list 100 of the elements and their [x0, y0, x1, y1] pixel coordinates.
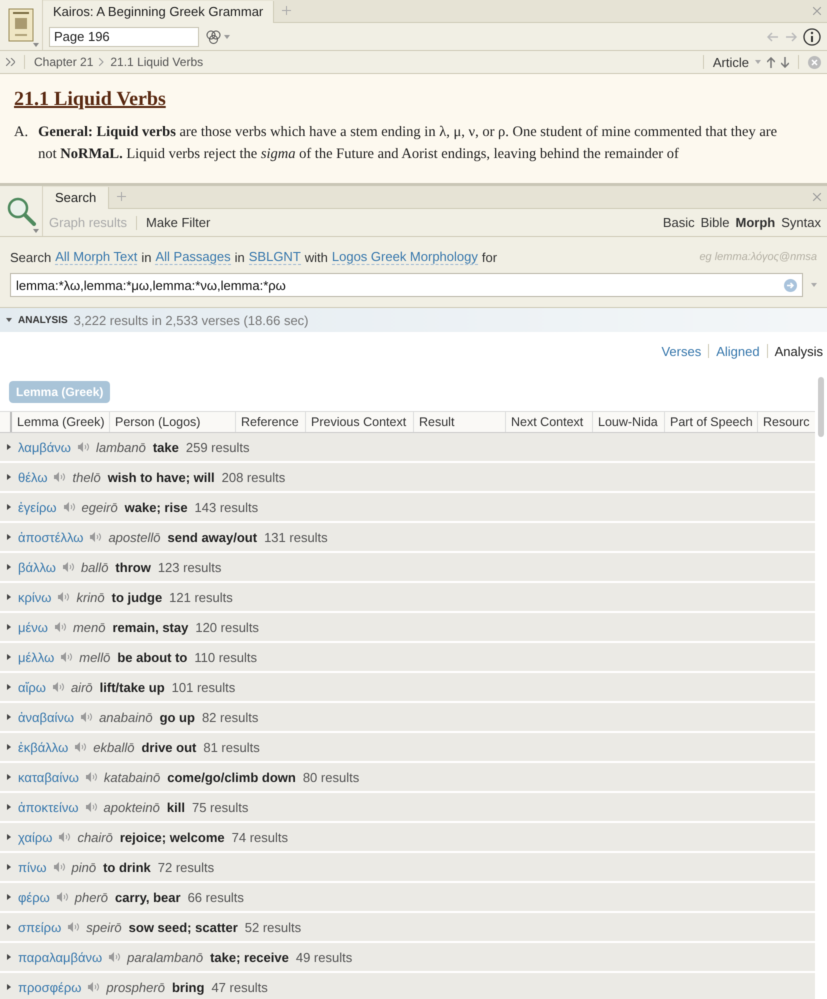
- expand-icon[interactable]: [7, 534, 11, 540]
- caret-icon[interactable]: [33, 229, 39, 233]
- lemma-link[interactable]: ἀποκτείνω: [18, 800, 78, 814]
- expand-icon[interactable]: [7, 744, 11, 750]
- speaker-icon[interactable]: [54, 472, 66, 482]
- lemma-link[interactable]: θέλω: [18, 470, 48, 484]
- collapse-icon[interactable]: [6, 318, 12, 322]
- column-header[interactable]: Louw-Nida: [593, 412, 665, 432]
- close-icon[interactable]: [808, 56, 821, 68]
- column-header[interactable]: Result: [414, 412, 506, 432]
- lemma-link[interactable]: παραλαμβάνω: [18, 950, 102, 964]
- down-arrow-icon[interactable]: [781, 56, 789, 68]
- speaker-icon[interactable]: [78, 442, 89, 452]
- up-arrow-icon[interactable]: [767, 56, 775, 68]
- caret-icon[interactable]: [33, 43, 39, 47]
- mode-tab[interactable]: Basic: [662, 215, 695, 230]
- expand-icon[interactable]: [7, 834, 11, 840]
- search-icon[interactable]: [6, 196, 36, 226]
- search-tab[interactable]: Search: [43, 187, 110, 209]
- lemma-link[interactable]: μέλλω: [18, 650, 54, 664]
- book-cover-icon[interactable]: [8, 8, 34, 42]
- speaker-icon[interactable]: [88, 982, 100, 992]
- lemma-link[interactable]: ἀναβαίνω: [18, 710, 74, 724]
- speaker-icon[interactable]: [62, 562, 74, 572]
- make-filter-button[interactable]: Make Filter: [146, 215, 210, 230]
- back-arrow-icon[interactable]: [767, 32, 779, 42]
- lemma-link[interactable]: πίνω: [18, 860, 47, 874]
- lemma-link[interactable]: καταβαίνω: [18, 770, 79, 784]
- speaker-icon[interactable]: [52, 682, 64, 692]
- lemma-link[interactable]: αἴρω: [18, 680, 46, 694]
- expand-icon[interactable]: [7, 444, 11, 450]
- column-header[interactable]: Previous Context: [306, 412, 414, 432]
- expand-icon[interactable]: [7, 984, 11, 990]
- view-link[interactable]: Verses: [661, 344, 702, 358]
- column-header[interactable]: Reference: [236, 412, 306, 432]
- venn-icon[interactable]: [205, 28, 231, 44]
- expand-icon[interactable]: [7, 684, 11, 690]
- speaker-icon[interactable]: [54, 862, 65, 872]
- info-icon[interactable]: [803, 28, 821, 46]
- add-tab-icon[interactable]: [282, 6, 292, 15]
- speaker-icon[interactable]: [75, 742, 86, 752]
- column-header[interactable]: Person (Logos): [110, 412, 236, 432]
- speaker-icon[interactable]: [54, 622, 66, 632]
- expand-icon[interactable]: [7, 474, 11, 480]
- query-option-link[interactable]: All Morph Text: [55, 249, 138, 265]
- page-field[interactable]: Page 196: [49, 26, 199, 46]
- speaker-icon[interactable]: [68, 922, 80, 932]
- caret-icon[interactable]: [755, 60, 761, 64]
- speaker-icon[interactable]: [86, 772, 97, 782]
- column-header[interactable]: Next Context: [506, 412, 593, 432]
- expand-icon[interactable]: [7, 804, 11, 810]
- column-header[interactable]: Lemma (Greek): [12, 412, 110, 432]
- lemma-link[interactable]: φέρω: [18, 890, 50, 904]
- go-icon[interactable]: [784, 278, 797, 292]
- speaker-icon[interactable]: [64, 502, 75, 512]
- lemma-link[interactable]: βάλλω: [18, 560, 56, 574]
- breadcrumb-item[interactable]: 21.1 Liquid Verbs: [110, 55, 204, 69]
- expand-icon[interactable]: [7, 924, 11, 930]
- speaker-icon[interactable]: [81, 712, 92, 722]
- expand-icon[interactable]: [7, 624, 11, 630]
- close-icon[interactable]: [813, 193, 821, 201]
- query-field[interactable]: lemma:*λω,lemma:*μω,lemma:*νω,lemma:*ρω: [10, 273, 803, 297]
- speaker-icon[interactable]: [86, 802, 96, 812]
- lemma-link[interactable]: μένω: [18, 620, 48, 634]
- speaker-icon[interactable]: [109, 952, 120, 962]
- book-tab[interactable]: Kairos: A Beginning Greek Grammar: [43, 1, 274, 23]
- lemma-link[interactable]: χαίρω: [18, 830, 52, 844]
- expand-icon[interactable]: [7, 714, 11, 720]
- expand-icon[interactable]: [7, 654, 11, 660]
- speaker-icon[interactable]: [59, 832, 70, 842]
- expand-icon[interactable]: [7, 594, 11, 600]
- view-link[interactable]: Aligned: [716, 344, 760, 358]
- expand-icon[interactable]: [7, 864, 11, 870]
- query-option-link[interactable]: Logos Greek Morphology: [332, 249, 478, 265]
- view-link[interactable]: Analysis: [774, 344, 823, 358]
- expand-icon[interactable]: [6, 58, 15, 66]
- mode-tab[interactable]: Bible: [700, 215, 730, 230]
- expand-icon[interactable]: [7, 894, 11, 900]
- forward-arrow-icon[interactable]: [785, 32, 797, 42]
- query-option-link[interactable]: All Passages: [155, 249, 231, 265]
- expand-icon[interactable]: [7, 504, 11, 510]
- expand-icon[interactable]: [7, 774, 11, 780]
- lemma-link[interactable]: ἀποστέλλω: [18, 530, 84, 544]
- lemma-link[interactable]: λαμβάνω: [18, 440, 71, 454]
- query-option-link[interactable]: SBLGNT: [248, 249, 301, 265]
- lemma-link[interactable]: σπείρω: [18, 920, 62, 934]
- add-tab-icon[interactable]: [117, 192, 126, 201]
- lemma-link[interactable]: προσφέρω: [18, 980, 82, 994]
- lemma-link[interactable]: ἐκβάλλω: [18, 740, 68, 754]
- speaker-icon[interactable]: [61, 652, 72, 662]
- speaker-icon[interactable]: [56, 892, 68, 902]
- mode-tab[interactable]: Syntax: [781, 215, 821, 230]
- close-icon[interactable]: [813, 7, 821, 15]
- speaker-icon[interactable]: [58, 592, 70, 602]
- breadcrumb-item[interactable]: Chapter 21: [34, 55, 94, 69]
- speaker-icon[interactable]: [90, 532, 102, 542]
- lemma-link[interactable]: ἐγείρω: [18, 500, 57, 514]
- expand-icon[interactable]: [7, 954, 11, 960]
- column-header[interactable]: Part of Speech: [665, 412, 758, 432]
- expand-icon[interactable]: [7, 564, 11, 570]
